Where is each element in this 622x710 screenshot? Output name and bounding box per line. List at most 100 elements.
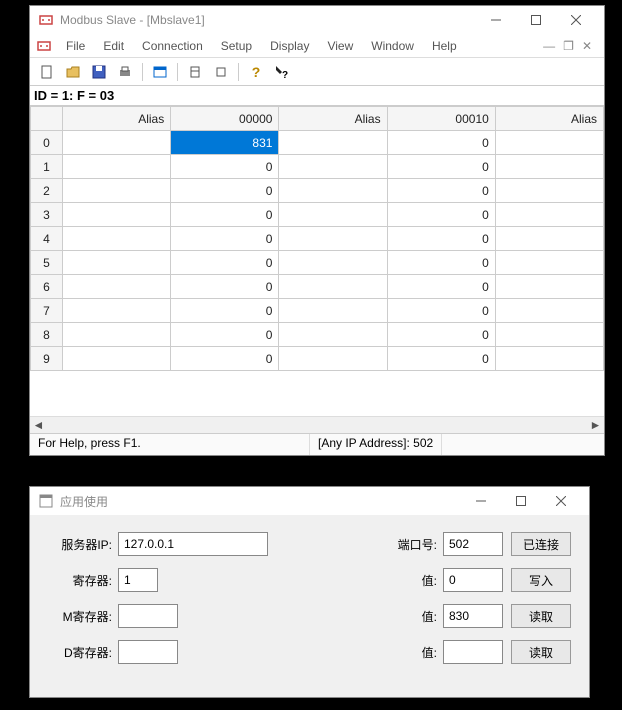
table-row[interactable]: 4 0 0 (31, 227, 604, 251)
menu-view[interactable]: View (319, 36, 361, 56)
minimize-button[interactable] (476, 7, 516, 33)
mdi-close-icon[interactable]: ✕ (582, 39, 592, 53)
col-alias-2[interactable]: Alias (495, 107, 603, 131)
cell[interactable] (279, 251, 387, 275)
cell[interactable] (279, 179, 387, 203)
col-alias-0[interactable]: Alias (63, 107, 171, 131)
titlebar[interactable]: 应用使用 (30, 487, 589, 515)
table-row[interactable]: 3 0 0 (31, 203, 604, 227)
data-grid[interactable]: Alias 00000 Alias 00010 Alias 0831010020… (30, 106, 604, 416)
titlebar[interactable]: Modbus Slave - [Mbslave1] (30, 6, 604, 34)
cell[interactable] (279, 299, 387, 323)
cell[interactable] (63, 251, 171, 275)
cell[interactable] (279, 131, 387, 155)
table-row[interactable]: 800 (31, 323, 604, 347)
table-row[interactable]: 100 (31, 155, 604, 179)
table-row[interactable]: 2 0 0 (31, 179, 604, 203)
value1-input[interactable] (443, 568, 503, 592)
row-header[interactable]: 1 (31, 155, 63, 179)
cell[interactable]: 0 (387, 131, 495, 155)
window-button[interactable] (149, 61, 171, 83)
menu-edit[interactable]: Edit (95, 36, 132, 56)
row-header[interactable]: 5 (31, 251, 63, 275)
cell[interactable] (63, 131, 171, 155)
value2-input[interactable] (443, 604, 503, 628)
write-button[interactable]: 写入 (511, 568, 571, 592)
minimize-button[interactable] (461, 488, 501, 514)
cell[interactable] (495, 323, 603, 347)
tool2-button[interactable] (210, 61, 232, 83)
cell[interactable]: 0 (387, 251, 495, 275)
horizontal-scrollbar[interactable]: ◄ ► (30, 416, 604, 433)
cell[interactable] (279, 203, 387, 227)
cell[interactable] (495, 131, 603, 155)
scroll-right-icon[interactable]: ► (587, 417, 604, 434)
whatsthis-button[interactable]: ? (271, 61, 293, 83)
cell[interactable] (63, 299, 171, 323)
cell[interactable]: 0 (171, 203, 279, 227)
cell[interactable]: 0 (171, 251, 279, 275)
close-button[interactable] (541, 488, 581, 514)
read2-button[interactable]: 读取 (511, 640, 571, 664)
cell[interactable]: 0 (171, 275, 279, 299)
save-button[interactable] (88, 61, 110, 83)
cell[interactable]: 0 (171, 155, 279, 179)
row-header[interactable]: 4 (31, 227, 63, 251)
connected-button[interactable]: 已连接 (511, 532, 571, 556)
maximize-button[interactable] (516, 7, 556, 33)
mdi-minimize-icon[interactable]: ― (543, 39, 555, 53)
cell[interactable] (279, 347, 387, 371)
row-header[interactable]: 9 (31, 347, 63, 371)
read1-button[interactable]: 读取 (511, 604, 571, 628)
scroll-left-icon[interactable]: ◄ (30, 417, 47, 434)
cell[interactable]: 0 (387, 179, 495, 203)
cell[interactable] (63, 347, 171, 371)
print-button[interactable] (114, 61, 136, 83)
register-input[interactable] (118, 568, 158, 592)
cell[interactable] (63, 179, 171, 203)
menu-display[interactable]: Display (262, 36, 317, 56)
cell[interactable]: 831 (171, 131, 279, 155)
open-button[interactable] (62, 61, 84, 83)
new-button[interactable] (36, 61, 58, 83)
col-00000[interactable]: 00000 (171, 107, 279, 131)
cell[interactable] (495, 227, 603, 251)
table-row[interactable]: 7 0 0 (31, 299, 604, 323)
m-register-input[interactable] (118, 604, 178, 628)
menu-connection[interactable]: Connection (134, 36, 211, 56)
cell[interactable]: 0 (171, 347, 279, 371)
cell[interactable]: 0 (387, 203, 495, 227)
menu-help[interactable]: Help (424, 36, 465, 56)
help-button[interactable]: ? (245, 61, 267, 83)
tool1-button[interactable] (184, 61, 206, 83)
cell[interactable] (63, 227, 171, 251)
cell[interactable]: 0 (387, 227, 495, 251)
table-row[interactable]: 9 0 0 (31, 347, 604, 371)
cell[interactable]: 0 (387, 323, 495, 347)
row-header[interactable]: 2 (31, 179, 63, 203)
row-header[interactable]: 8 (31, 323, 63, 347)
cell[interactable] (279, 155, 387, 179)
cell[interactable] (279, 323, 387, 347)
row-header[interactable]: 3 (31, 203, 63, 227)
port-input[interactable] (443, 532, 503, 556)
table-row[interactable]: 08310 (31, 131, 604, 155)
value3-input[interactable] (443, 640, 503, 664)
cell[interactable] (495, 347, 603, 371)
cell[interactable]: 0 (171, 299, 279, 323)
cell[interactable]: 0 (387, 347, 495, 371)
cell[interactable] (495, 179, 603, 203)
mdi-restore-icon[interactable]: ❐ (563, 39, 574, 53)
col-00010[interactable]: 00010 (387, 107, 495, 131)
cell[interactable]: 0 (387, 299, 495, 323)
cell[interactable] (279, 227, 387, 251)
cell[interactable] (63, 203, 171, 227)
table-row[interactable]: 600 (31, 275, 604, 299)
cell[interactable]: 0 (171, 227, 279, 251)
d-register-input[interactable] (118, 640, 178, 664)
cell[interactable] (495, 275, 603, 299)
row-header[interactable]: 7 (31, 299, 63, 323)
cell[interactable]: 0 (171, 179, 279, 203)
menu-file[interactable]: File (58, 36, 93, 56)
maximize-button[interactable] (501, 488, 541, 514)
